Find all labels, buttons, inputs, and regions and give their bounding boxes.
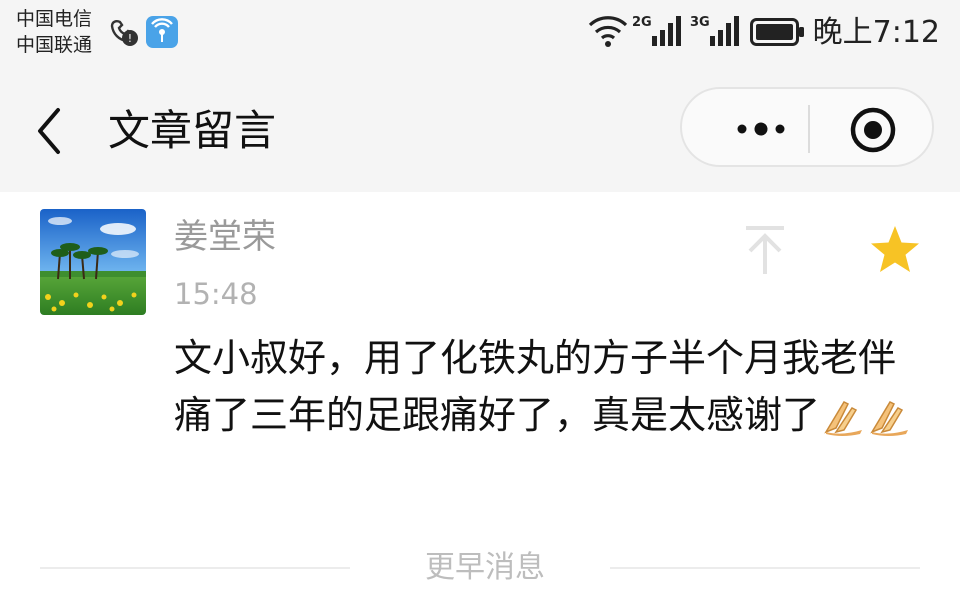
header: 文章留言 xyxy=(0,70,960,192)
star-icon xyxy=(871,226,919,272)
carrier-1: 中国电信 xyxy=(16,8,93,30)
emoji-group xyxy=(820,395,912,452)
signal-icon-2: 3G xyxy=(690,12,742,52)
target-close-icon xyxy=(850,107,896,153)
battery-icon xyxy=(750,18,806,50)
svg-text:3G: 3G xyxy=(690,15,710,30)
close-button[interactable] xyxy=(848,105,898,155)
svg-text:2G: 2G xyxy=(632,15,652,30)
hd-call-icon: ! xyxy=(108,16,140,52)
back-button[interactable] xyxy=(30,106,70,156)
divider-left xyxy=(40,567,350,569)
avatar[interactable] xyxy=(40,209,146,315)
pin-to-top-icon xyxy=(746,226,784,274)
signal-icon-1: 2G xyxy=(632,12,684,52)
landscape-avatar xyxy=(40,209,146,315)
clock: 晚上7:12 xyxy=(812,15,940,50)
page-title: 文章留言 xyxy=(108,106,277,155)
comment-body: 文小叔好，用了化铁丸的方子半个月我老伴痛了三年的足跟痛好了，真是太感谢了 xyxy=(174,330,914,452)
more-dots-icon xyxy=(737,122,785,136)
carrier-2: 中国联通 xyxy=(16,34,93,56)
menu-capsule xyxy=(680,87,934,167)
more-button[interactable] xyxy=(712,109,802,149)
comment-time: 15:48 xyxy=(174,277,258,311)
comment-author: 姜堂荣 xyxy=(174,217,276,257)
capsule-divider xyxy=(808,105,810,153)
chevron-left-icon xyxy=(38,108,60,154)
wifi-hotspot-app-icon xyxy=(146,16,178,52)
comment-text: 文小叔好，用了化铁丸的方子半个月我老伴痛了三年的足跟痛好了，真是太感谢了 xyxy=(174,336,897,437)
divider-right xyxy=(610,567,920,569)
svg-text:!: ! xyxy=(128,32,132,45)
wifi-icon xyxy=(588,14,628,52)
status-bar: 中国电信 中国联通 ! 2G 3G 晚上7:12 xyxy=(0,0,960,70)
pray-hands-emoji xyxy=(824,401,863,436)
pray-hands-emoji xyxy=(870,401,909,436)
earlier-messages-button[interactable]: 更早消息 xyxy=(400,548,570,588)
pin-to-top-button[interactable] xyxy=(740,224,790,278)
star-button[interactable] xyxy=(868,224,922,276)
carrier-info: 中国电信 中国联通 xyxy=(16,6,92,58)
